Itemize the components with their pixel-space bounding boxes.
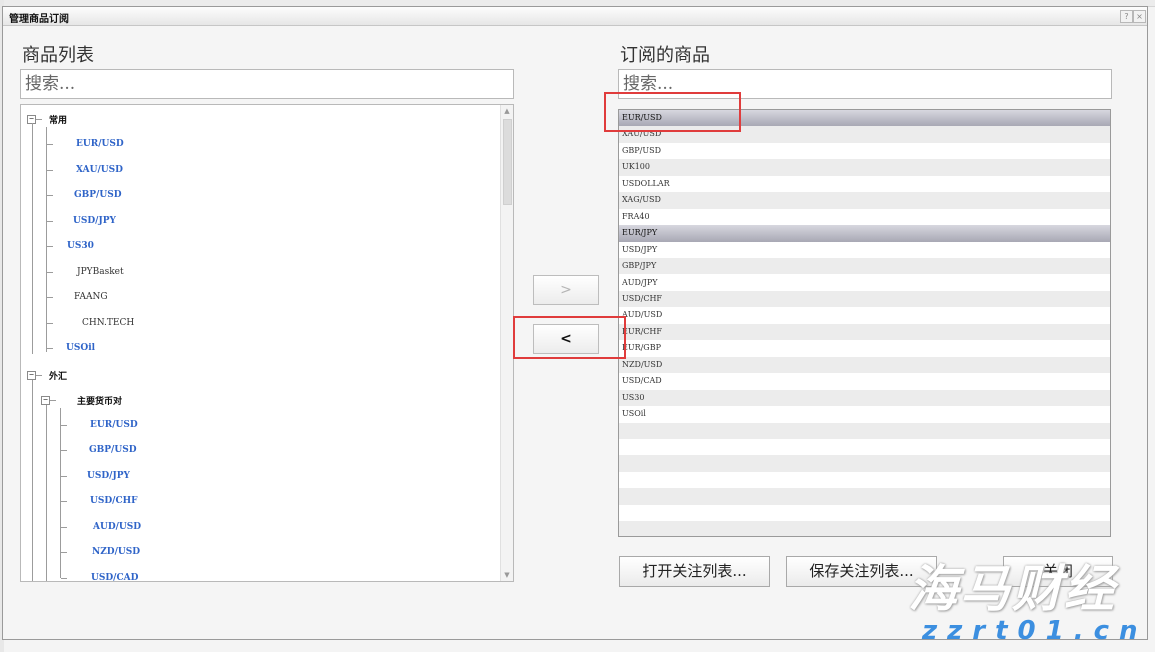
product-search-input[interactable] <box>20 69 514 99</box>
list-item[interactable]: GBP/USD <box>619 142 1110 160</box>
empty-row <box>619 439 1110 456</box>
tree-group-common[interactable]: 常用 <box>49 113 67 126</box>
tree-connector <box>47 246 53 247</box>
dialog-titlebar[interactable]: 管理商品订阅 ? × <box>3 7 1147 26</box>
list-item[interactable]: USD/CHF <box>619 290 1110 308</box>
watermark-logo-text: 海马财经 <box>908 560 1116 618</box>
list-item[interactable]: NZD/USD <box>619 356 1110 374</box>
tree-item[interactable]: GBP/USD <box>89 445 137 455</box>
empty-row <box>619 504 1110 522</box>
list-item[interactable]: GBP/JPY <box>619 258 1110 275</box>
tree-item[interactable]: USD/CHF <box>90 496 138 506</box>
tree-item[interactable]: XAU/USD <box>76 165 123 175</box>
close-window-button[interactable]: × <box>1133 10 1146 23</box>
tree-connector <box>61 425 67 426</box>
list-item[interactable]: FRA40 <box>619 208 1110 226</box>
list-item[interactable]: USOil <box>619 406 1110 423</box>
list-item[interactable]: AUD/JPY <box>619 274 1110 291</box>
watermark-url: zzrt01.cn <box>922 616 1148 646</box>
tree-item[interactable]: EUR/USD <box>76 139 124 149</box>
tree-item[interactable]: NZD/USD <box>92 547 140 557</box>
tree-connector <box>47 297 53 298</box>
highlight-box <box>604 92 741 132</box>
tree-connector <box>46 127 47 352</box>
collapse-toggle-icon[interactable]: − <box>41 396 50 405</box>
tree-connector <box>36 119 42 120</box>
tree-item[interactable]: USD/CAD <box>91 573 138 581</box>
tree-item[interactable]: US30 <box>67 241 94 251</box>
empty-row <box>619 471 1110 489</box>
list-item[interactable]: EUR/JPY <box>619 225 1110 242</box>
tree-connector <box>47 272 53 273</box>
tree-connector <box>47 323 53 324</box>
tree-item[interactable]: FAANG <box>74 292 108 302</box>
list-item[interactable]: USD/CAD <box>619 373 1110 390</box>
tree-connector <box>50 400 56 401</box>
tree-connector <box>32 380 33 581</box>
list-item[interactable]: USDOLLAR <box>619 175 1110 193</box>
scrollbar-thumb[interactable] <box>503 119 512 205</box>
list-item[interactable]: USD/JPY <box>619 241 1110 259</box>
tree-connector <box>61 450 67 451</box>
tree-connector <box>47 348 53 349</box>
tree-connector <box>46 405 47 581</box>
tree-item[interactable]: USD/JPY <box>73 216 116 226</box>
list-item[interactable]: AUD/USD <box>619 307 1110 324</box>
list-item[interactable]: EUR/GBP <box>619 340 1110 357</box>
tree-subgroup-major[interactable]: 主要货币对 <box>77 394 122 407</box>
empty-row <box>619 422 1110 439</box>
tree-connector <box>61 552 67 553</box>
list-item[interactable]: EUR/CHF <box>619 323 1110 341</box>
scroll-up-icon[interactable]: ▲ <box>501 107 513 115</box>
empty-row <box>619 521 1110 536</box>
tree-connector <box>61 578 67 579</box>
tree-scrollbar[interactable]: ▲ ▼ <box>500 105 513 581</box>
tree-connector <box>61 476 67 477</box>
tree-item[interactable]: GBP/USD <box>74 190 122 200</box>
tree-connector <box>36 375 42 376</box>
tree-item[interactable]: USOil <box>66 343 95 353</box>
list-item[interactable]: XAG/USD <box>619 192 1110 209</box>
list-item[interactable]: US30 <box>619 389 1110 407</box>
product-tree[interactable]: − 常用 EUR/USD XAU/USD GBP/USD USD/JPY US3… <box>20 104 514 582</box>
dialog-title: 管理商品订阅 <box>9 14 69 25</box>
tree-group-forex[interactable]: 外汇 <box>49 369 67 382</box>
tree-item[interactable]: JPYBasket <box>77 267 124 277</box>
collapse-toggle-icon[interactable]: − <box>27 371 36 380</box>
tree-connector <box>47 144 53 145</box>
open-watchlist-button[interactable]: 打开关注列表... <box>619 556 770 587</box>
tree-connector <box>61 527 67 528</box>
add-subscription-button[interactable]: > <box>533 275 599 305</box>
scroll-down-icon[interactable]: ▼ <box>501 571 513 579</box>
product-list-title: 商品列表 <box>22 45 94 66</box>
tree-connector <box>61 501 67 502</box>
empty-row <box>619 488 1110 505</box>
tree-connector <box>32 123 33 354</box>
subscribed-list[interactable]: EUR/USD XAU/USD GBP/USD UK100 USDOLLAR X… <box>618 109 1111 537</box>
help-button[interactable]: ? <box>1120 10 1133 23</box>
tree-item[interactable]: AUD/USD <box>93 522 141 532</box>
tree-connector <box>47 195 53 196</box>
tree-item[interactable]: EUR/USD <box>90 420 138 430</box>
empty-row <box>619 455 1110 472</box>
tree-connector <box>47 221 53 222</box>
tree-item[interactable]: CHN.TECH <box>82 318 134 328</box>
highlight-box <box>513 316 626 359</box>
tree-item[interactable]: USD/JPY <box>87 471 130 481</box>
list-item[interactable]: UK100 <box>619 159 1110 176</box>
tree-connector <box>47 170 53 171</box>
subscribed-list-title: 订阅的商品 <box>620 45 710 66</box>
